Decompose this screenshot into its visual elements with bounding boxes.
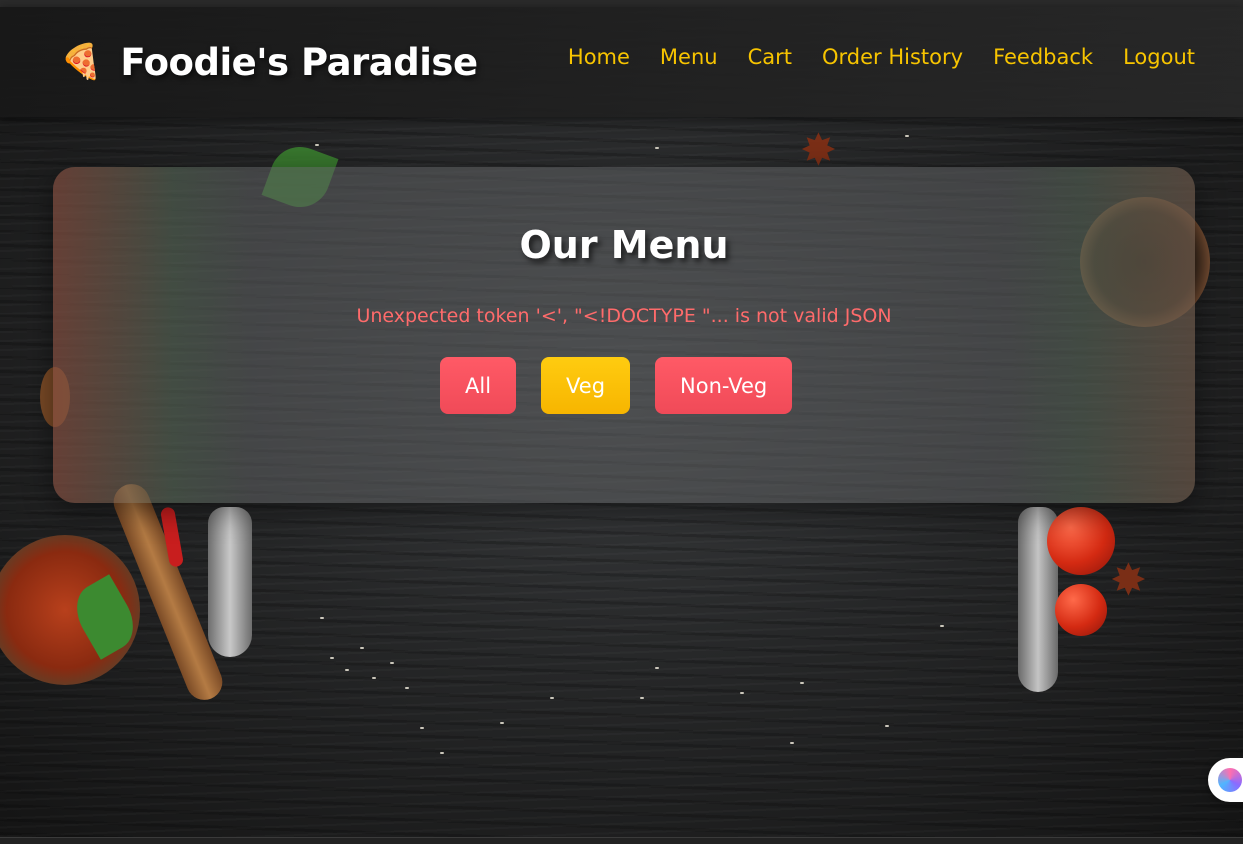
filter-veg-button[interactable]: Veg <box>541 357 631 414</box>
filter-buttons: All Veg Non-Veg <box>440 357 793 414</box>
pizza-icon: 🍕 <box>60 42 103 82</box>
sesame-seed <box>740 692 744 694</box>
star-anise-right: ✸ <box>1110 555 1147 606</box>
sesame-seed <box>790 742 794 744</box>
sesame-seed <box>372 677 376 679</box>
error-message: Unexpected token '<', "<!DOCTYPE "... is… <box>356 305 892 327</box>
sesame-seed <box>655 147 659 149</box>
brain-icon <box>1218 768 1242 792</box>
nav-link-logout[interactable]: Logout <box>1123 45 1195 69</box>
filter-non-veg-button[interactable]: Non-Veg <box>655 357 793 414</box>
sesame-seed <box>315 144 319 146</box>
sesame-seed <box>640 697 644 699</box>
nav-link-cart[interactable]: Cart <box>748 45 792 69</box>
sesame-seed <box>550 697 554 699</box>
sesame-seed <box>905 135 909 137</box>
nav-link-order-history[interactable]: Order History <box>822 45 963 69</box>
sesame-seed <box>940 625 944 627</box>
brand[interactable]: 🍕 Foodie's Paradise <box>60 37 478 87</box>
page-title: Our Menu <box>519 223 729 267</box>
sesame-seed <box>440 752 444 754</box>
blurred-background-right <box>1005 167 1195 503</box>
sesame-seed <box>360 647 364 649</box>
sesame-seed <box>345 669 349 671</box>
site-title: Foodie's Paradise <box>120 40 478 84</box>
sesame-seed <box>405 687 409 689</box>
sesame-seed <box>330 657 334 659</box>
sesame-seed <box>390 662 394 664</box>
menu-card: Our Menu Unexpected token '<', "<!DOCTYP… <box>53 167 1195 503</box>
window-top-strip <box>0 0 1243 7</box>
sesame-seed <box>500 722 504 724</box>
sesame-seed <box>885 725 889 727</box>
sesame-seed <box>320 617 324 619</box>
nav-link-home[interactable]: Home <box>568 45 630 69</box>
tomato-small <box>1055 584 1107 636</box>
nav-links: Home Menu Cart Order History Feedback Lo… <box>568 45 1195 69</box>
navbar: 🍕 Foodie's Paradise Home Menu Cart Order… <box>0 7 1243 117</box>
window-bottom-strip <box>0 837 1243 844</box>
blurred-background-left <box>53 167 253 503</box>
sesame-seed <box>655 667 659 669</box>
nav-link-feedback[interactable]: Feedback <box>993 45 1093 69</box>
nav-link-menu[interactable]: Menu <box>660 45 718 69</box>
sesame-seed <box>800 682 804 684</box>
sesame-seed <box>420 727 424 729</box>
tomato-large <box>1047 507 1115 575</box>
silver-spoon-left <box>208 507 252 657</box>
filter-all-button[interactable]: All <box>440 357 517 414</box>
